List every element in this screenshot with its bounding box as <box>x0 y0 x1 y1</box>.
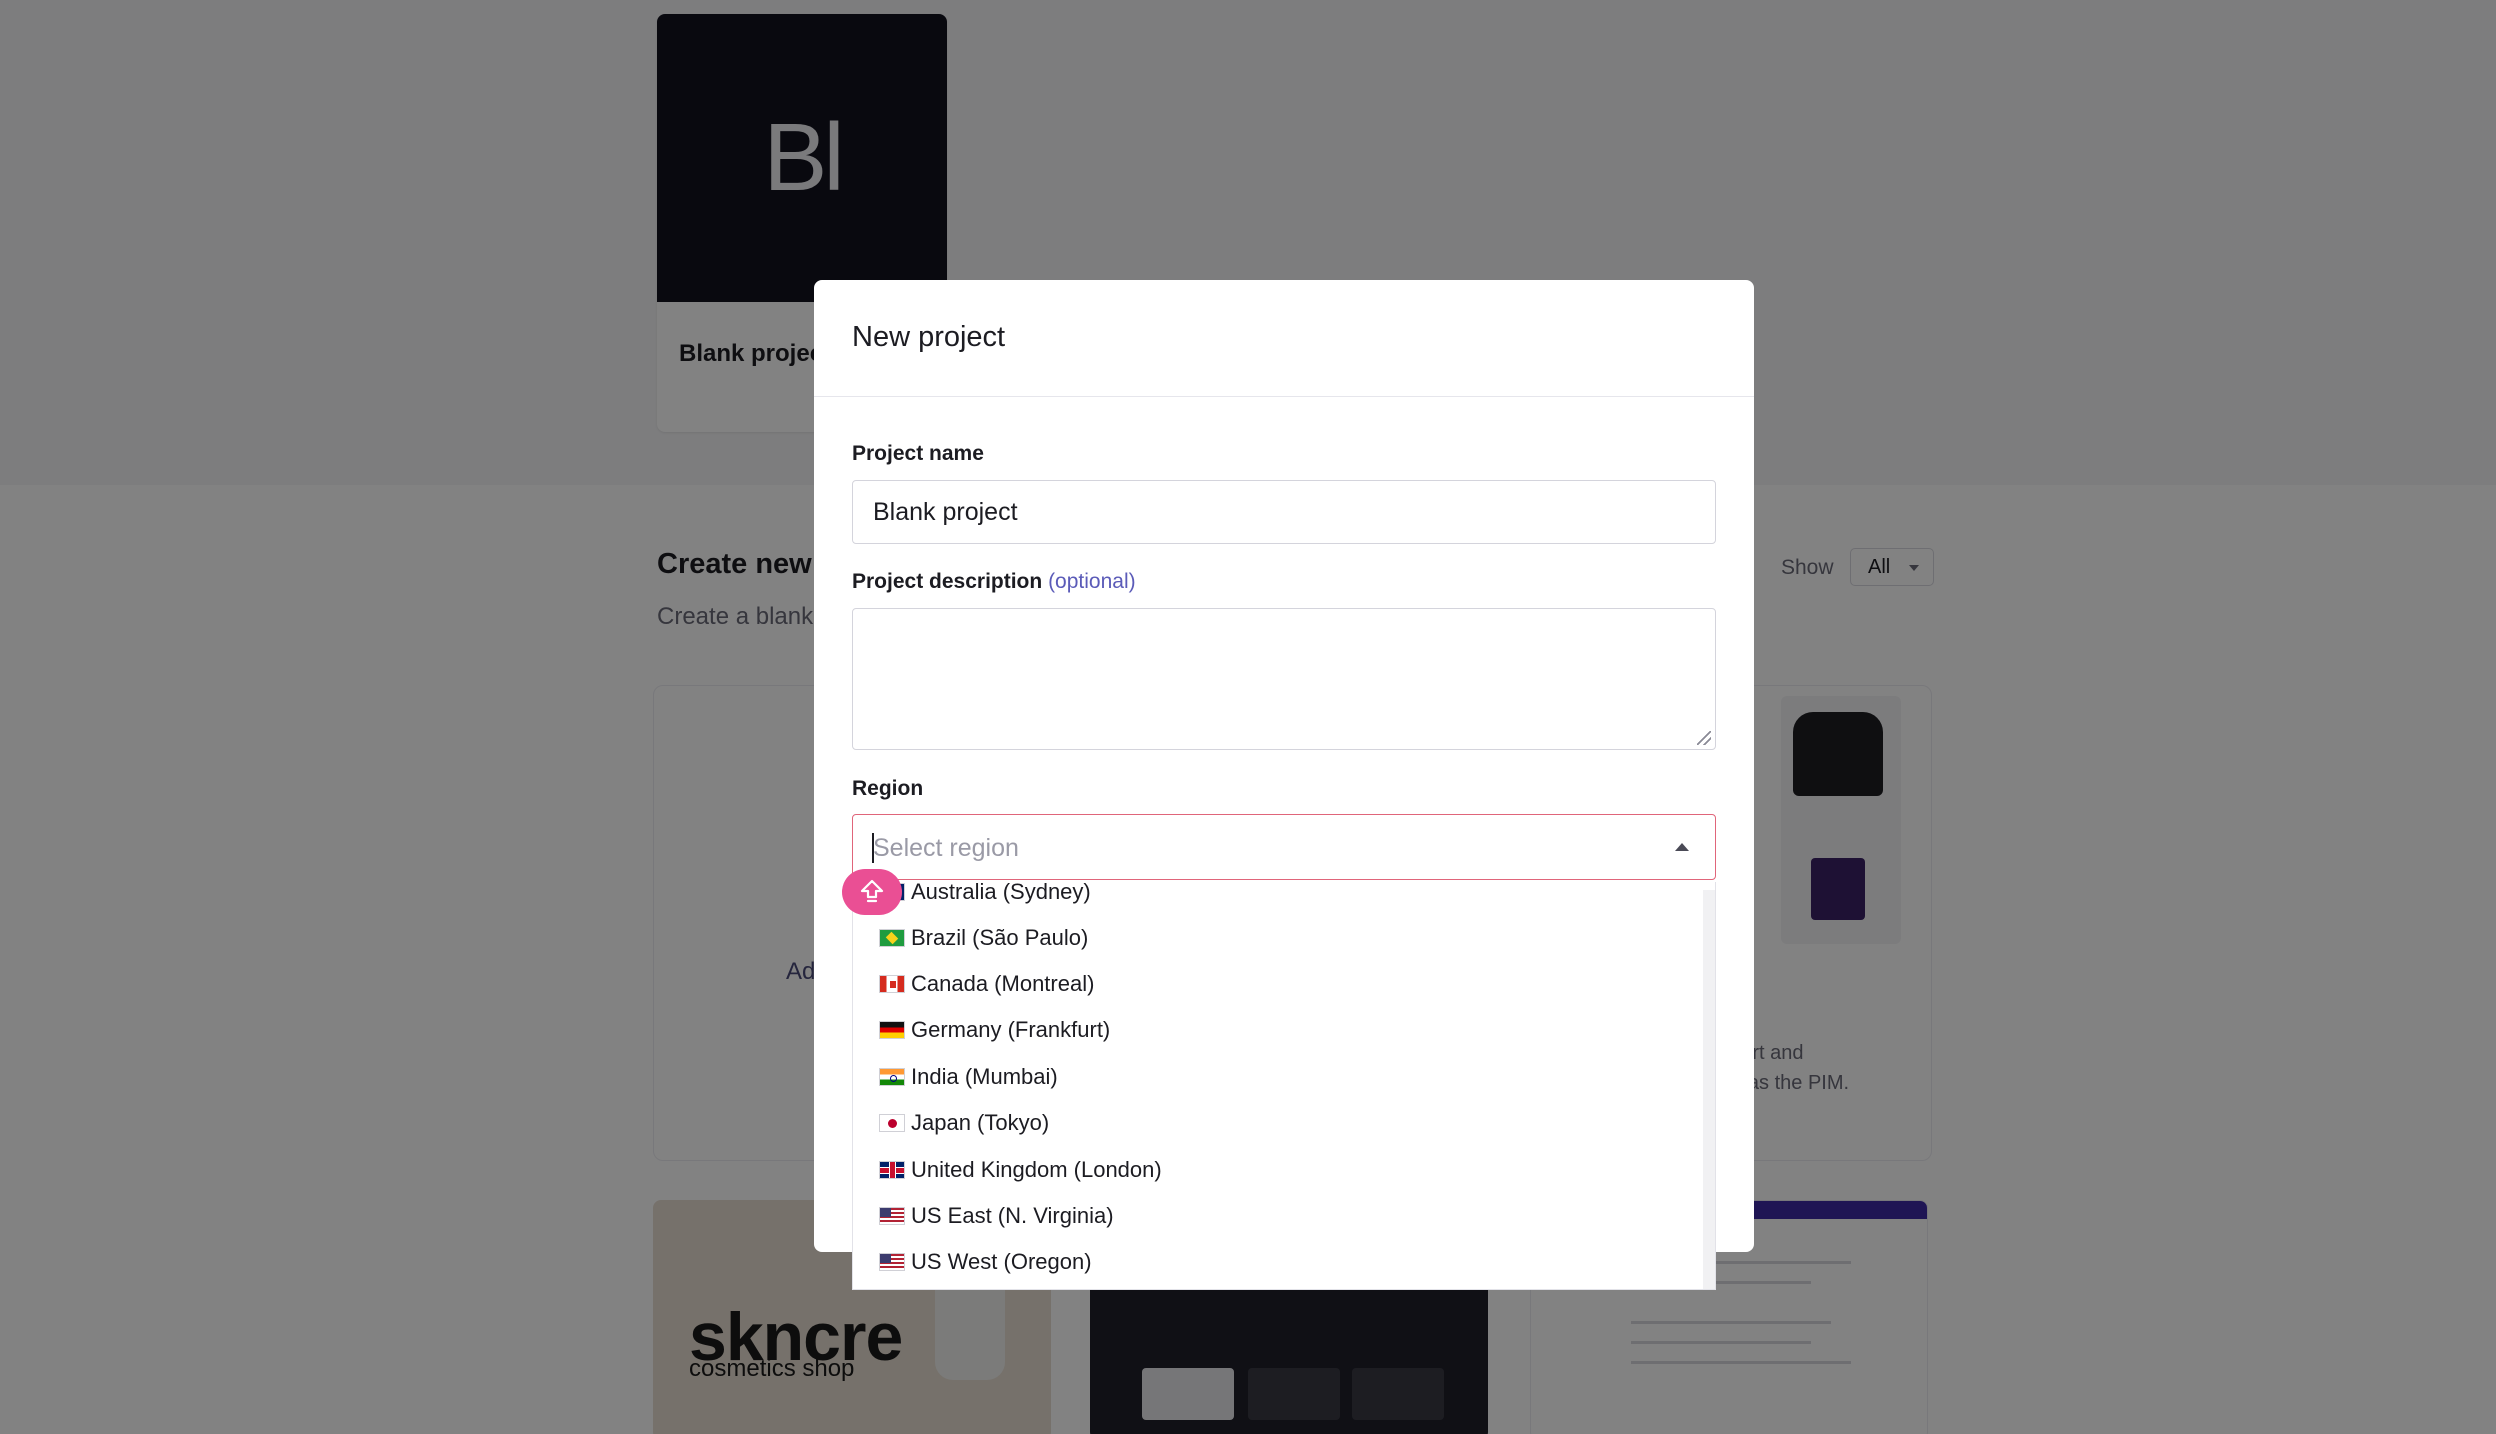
in-flag-icon <box>879 1068 905 1086</box>
region-select[interactable]: Select region <box>852 814 1716 880</box>
description-label-text: Project description <box>852 570 1043 593</box>
region-option[interactable]: Germany (Frankfurt) <box>853 1008 1703 1054</box>
region-option[interactable]: US West (Oregon) <box>853 1240 1703 1286</box>
de-flag-icon <box>879 1021 905 1039</box>
floating-assistant-button[interactable] <box>842 869 902 915</box>
modal-title: New project <box>852 321 1006 353</box>
gb-flag-icon <box>879 1161 905 1179</box>
region-label: Region <box>852 777 924 800</box>
us-flag-icon <box>879 1253 905 1271</box>
project-name-value: Blank project <box>873 498 1018 526</box>
region-option[interactable]: US East (N. Virginia) <box>853 1194 1703 1240</box>
optional-tag: (optional) <box>1048 570 1136 593</box>
br-flag-icon <box>879 929 905 947</box>
region-option[interactable]: United Kingdom (London) <box>853 1148 1703 1194</box>
modal-header: New project <box>814 280 1754 397</box>
region-option-label: US West (Oregon) <box>911 1249 1092 1274</box>
resize-handle-icon[interactable] <box>1697 731 1711 745</box>
us-flag-icon <box>879 1207 905 1225</box>
dropdown-scrollbar[interactable] <box>1703 890 1715 1289</box>
text-cursor <box>872 833 874 863</box>
region-option-label: United Kingdom (London) <box>911 1157 1162 1182</box>
region-option-label: Canada (Montreal) <box>911 971 1095 996</box>
region-option-label: US East (N. Virginia) <box>911 1203 1114 1228</box>
region-option[interactable]: Canada (Montreal) <box>853 962 1703 1008</box>
region-option[interactable]: India (Mumbai) <box>853 1055 1703 1101</box>
ca-flag-icon <box>879 975 905 993</box>
region-option-label: Brazil (São Paulo) <box>911 925 1089 950</box>
region-option[interactable]: Japan (Tokyo) <box>853 1101 1703 1147</box>
region-placeholder: Select region <box>873 834 1019 862</box>
region-option-label: Germany (Frankfurt) <box>911 1017 1111 1042</box>
jp-flag-icon <box>879 1114 905 1132</box>
region-option-label: India (Mumbai) <box>911 1064 1058 1089</box>
project-description-textarea[interactable] <box>852 608 1716 750</box>
region-dropdown[interactable]: Australia (Sydney) Brazil (São Paulo) Ca… <box>852 882 1716 1290</box>
shortcut-icon <box>860 879 884 903</box>
region-option-label: Australia (Sydney) <box>911 882 1091 904</box>
region-option[interactable]: Brazil (São Paulo) <box>853 916 1703 962</box>
chevron-up-icon[interactable] <box>1675 843 1689 851</box>
project-description-label: Project description (optional) <box>852 570 1136 594</box>
project-name-input[interactable]: Blank project <box>852 480 1716 544</box>
region-option[interactable]: Australia (Sydney) <box>853 882 1703 916</box>
region-option-label: Japan (Tokyo) <box>911 1110 1050 1135</box>
project-name-label: Project name <box>852 442 984 465</box>
